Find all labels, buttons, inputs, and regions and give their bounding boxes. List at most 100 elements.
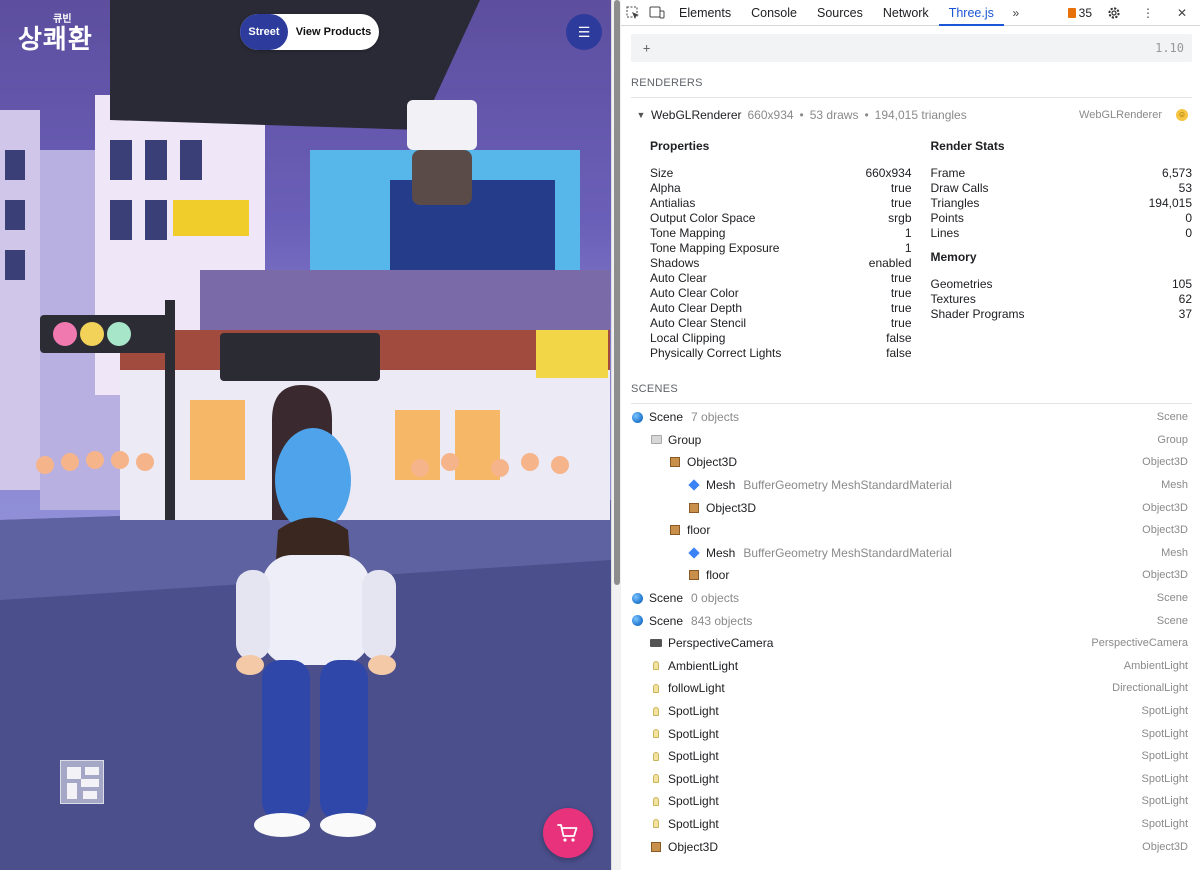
scene-viewport[interactable]: 큐빈 상쾌환 Street View Products ☰ bbox=[0, 0, 611, 870]
scene-tree-node[interactable]: Mesh BufferGeometry MeshStandardMaterial M… bbox=[631, 474, 1192, 497]
node-label: Object3D bbox=[687, 455, 738, 470]
command-input[interactable]: + 1.10 bbox=[631, 34, 1192, 62]
node-type: Scene bbox=[1156, 592, 1188, 605]
close-icon[interactable]: ✕ bbox=[1170, 0, 1194, 26]
renderer-name: WebGLRenderer bbox=[651, 108, 742, 122]
kv-value: 62 bbox=[1178, 292, 1192, 306]
settings-gear-icon[interactable] bbox=[1102, 0, 1126, 26]
renderer-type: WebGLRenderer bbox=[1079, 109, 1162, 121]
kv-row: Tone Mapping Exposure 1 bbox=[650, 241, 912, 256]
kv-row: Size 660x934 bbox=[650, 166, 912, 181]
menu-button[interactable]: ☰ bbox=[566, 14, 602, 50]
cart-button[interactable] bbox=[543, 808, 593, 858]
view-products-button[interactable]: View Products bbox=[288, 26, 379, 38]
kv-value: 53 bbox=[1178, 181, 1192, 195]
scene-tree-node[interactable]: Group Group bbox=[631, 429, 1192, 452]
kv-key: Size bbox=[650, 166, 674, 180]
scene-tree-node[interactable]: Mesh BufferGeometry MeshStandardMaterial M… bbox=[631, 542, 1192, 565]
node-detail: 7 objects bbox=[691, 410, 740, 425]
node-label: Mesh bbox=[706, 545, 736, 560]
scene-tree-node[interactable]: PerspectiveCamera PerspectiveCamera bbox=[631, 632, 1192, 655]
light-bulb-icon bbox=[650, 750, 662, 762]
page-scrollbar[interactable] bbox=[611, 0, 621, 870]
node-type: SpotLight bbox=[1141, 705, 1188, 718]
inspect-element-icon[interactable] bbox=[621, 0, 645, 26]
brand-logo[interactable]: 큐빈 상쾌환 bbox=[18, 10, 93, 53]
tab-network[interactable]: Network bbox=[873, 0, 939, 26]
cart-icon bbox=[557, 824, 578, 842]
kv-key: Auto Clear Depth bbox=[650, 301, 743, 315]
box-icon bbox=[650, 841, 662, 853]
tab-sources[interactable]: Sources bbox=[807, 0, 873, 26]
scene-tree-node[interactable]: SpotLight SpotLight bbox=[631, 722, 1192, 745]
render-stats: Render Stats Frame 6,573 Draw Calls 53 Trian… bbox=[931, 132, 1193, 361]
scene-tree-node[interactable]: floor Object3D bbox=[631, 564, 1192, 587]
scene-tree-node[interactable]: SpotLight SpotLight bbox=[631, 813, 1192, 836]
renderers-header: RENDERERS bbox=[631, 77, 1192, 98]
node-type: PerspectiveCamera bbox=[1091, 637, 1188, 650]
kv-key: Shader Programs bbox=[930, 307, 1025, 321]
kv-value: true bbox=[890, 181, 912, 195]
kv-key: Antialias bbox=[650, 196, 696, 210]
kv-value: 105 bbox=[1171, 277, 1192, 291]
node-label: floor bbox=[706, 568, 730, 583]
scene-tree-node[interactable]: Scene 7 objects Scene bbox=[631, 406, 1192, 429]
scene-tree-node[interactable]: SpotLight SpotLight bbox=[631, 768, 1192, 791]
scene-tree-node[interactable]: Object3D Object3D bbox=[631, 496, 1192, 519]
node-type: Object3D bbox=[1142, 524, 1188, 537]
device-toolbar-icon[interactable] bbox=[645, 0, 669, 26]
mesh-diamond-icon bbox=[688, 547, 700, 559]
view-toggle[interactable]: Street View Products bbox=[240, 14, 379, 50]
scene-tree-node[interactable]: SpotLight SpotLight bbox=[631, 790, 1192, 813]
scene-tree-node[interactable]: Object3D Object3D bbox=[631, 451, 1192, 474]
kv-row: Geometries 105 bbox=[931, 277, 1193, 292]
kv-value: 660x934 bbox=[865, 166, 912, 180]
scrollbar-thumb[interactable] bbox=[614, 0, 620, 585]
scene-tree-node[interactable]: Object3D Object3D bbox=[631, 835, 1192, 858]
node-detail: BufferGeometry MeshStandardMaterial bbox=[743, 478, 952, 493]
scene-tree-node[interactable]: SpotLight SpotLight bbox=[631, 700, 1192, 723]
kebab-menu-icon[interactable]: ⋮ bbox=[1136, 0, 1160, 26]
renderer-draws: 53 draws bbox=[809, 108, 859, 122]
folder-icon bbox=[650, 434, 662, 446]
kv-key: Geometries bbox=[930, 277, 993, 291]
kv-value: 1 bbox=[904, 226, 912, 240]
node-label: Mesh bbox=[706, 478, 736, 493]
kv-value: 37 bbox=[1178, 307, 1192, 321]
node-type: SpotLight bbox=[1141, 750, 1188, 763]
node-type: Mesh bbox=[1161, 546, 1188, 559]
scene-tree-node[interactable]: floor Object3D bbox=[631, 519, 1192, 542]
issues-counter[interactable]: 35 bbox=[1067, 6, 1092, 20]
issues-count: 35 bbox=[1078, 6, 1092, 20]
node-type: SpotLight bbox=[1141, 727, 1188, 740]
memory-title: Memory bbox=[930, 250, 977, 264]
street-view-button[interactable]: Street bbox=[240, 14, 288, 50]
tab-threejs[interactable]: Three.js bbox=[938, 0, 1004, 26]
tab-elements[interactable]: Elements bbox=[669, 0, 741, 26]
node-label: SpotLight bbox=[668, 726, 719, 741]
scene-tree-node[interactable]: Scene 843 objects Scene bbox=[631, 609, 1192, 632]
scene-tree-node[interactable]: AmbientLight AmbientLight bbox=[631, 655, 1192, 678]
node-label: SpotLight bbox=[668, 771, 719, 786]
collapse-triangle-icon[interactable]: ▼ bbox=[631, 110, 651, 120]
tab-console[interactable]: Console bbox=[741, 0, 807, 26]
node-type: Mesh bbox=[1161, 479, 1188, 492]
light-bulb-icon bbox=[650, 773, 662, 785]
kv-key: Tone Mapping bbox=[650, 226, 726, 240]
scene-tree-node[interactable]: followLight DirectionalLight bbox=[631, 677, 1192, 700]
scene-tree-node[interactable]: SpotLight SpotLight bbox=[631, 745, 1192, 768]
devtools-toolbar: Elements Console Sources Network Three.j… bbox=[621, 0, 1200, 26]
kv-key: Auto Clear Color bbox=[650, 286, 739, 300]
minimap[interactable] bbox=[60, 760, 104, 804]
kv-key: Frame bbox=[930, 166, 966, 180]
kv-key: Auto Clear Stencil bbox=[650, 316, 747, 330]
logo-title: 상쾌환 bbox=[18, 24, 93, 54]
more-tabs-icon[interactable]: » bbox=[1004, 0, 1028, 26]
scene-tree-node[interactable]: Scene 0 objects Scene bbox=[631, 587, 1192, 610]
node-label: Scene bbox=[649, 410, 684, 425]
light-bulb-icon bbox=[650, 682, 662, 694]
renderer-row[interactable]: ▼ WebGLRenderer 660x934 • 53 draws • 194… bbox=[631, 102, 1192, 128]
node-type: Scene bbox=[1156, 614, 1188, 627]
mesh-diamond-icon bbox=[688, 479, 700, 491]
node-type: Scene bbox=[1156, 411, 1188, 424]
